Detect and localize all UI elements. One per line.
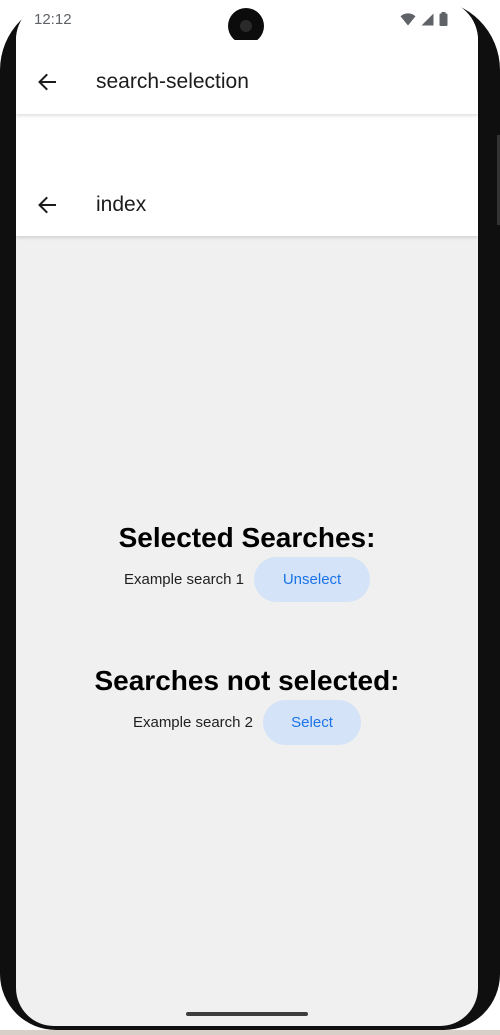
not-selected-searches-heading: Searches not selected:: [94, 665, 400, 696]
cell-signal-icon: [421, 13, 434, 25]
arrow-back-icon: [38, 73, 56, 91]
app-bar-index: index: [16, 114, 478, 236]
search-label: Example search 1: [123, 571, 245, 588]
status-time: 12:12: [34, 11, 72, 28]
front-camera: [228, 8, 264, 44]
unselect-button[interactable]: Unselect: [254, 557, 371, 602]
arrow-back-icon: [38, 196, 56, 214]
device-screen: 12:12 index search-selection Selected Se…: [16, 0, 478, 1026]
search-label: Example search 2: [132, 714, 254, 731]
page-title: search-selection: [96, 70, 249, 93]
wifi-icon: [400, 12, 416, 25]
main-content: Selected Searches: Example search 1 Unse…: [16, 236, 478, 1026]
selected-searches-heading: Selected Searches:: [118, 522, 376, 553]
frame-bottom-edge: [0, 1030, 500, 1035]
battery-icon: [439, 12, 448, 26]
select-button[interactable]: Select: [263, 700, 362, 745]
back-button[interactable]: [34, 192, 60, 218]
back-button[interactable]: [34, 69, 60, 95]
list-item: Example search 1 Unselect: [16, 557, 478, 602]
list-item: Example search 2 Select: [16, 700, 478, 745]
app-bar-search-selection: search-selection: [16, 40, 478, 114]
page-title: index: [96, 193, 147, 216]
status-bar: 12:12: [16, 0, 478, 44]
status-icons: [400, 12, 448, 26]
home-indicator[interactable]: [186, 1012, 308, 1016]
